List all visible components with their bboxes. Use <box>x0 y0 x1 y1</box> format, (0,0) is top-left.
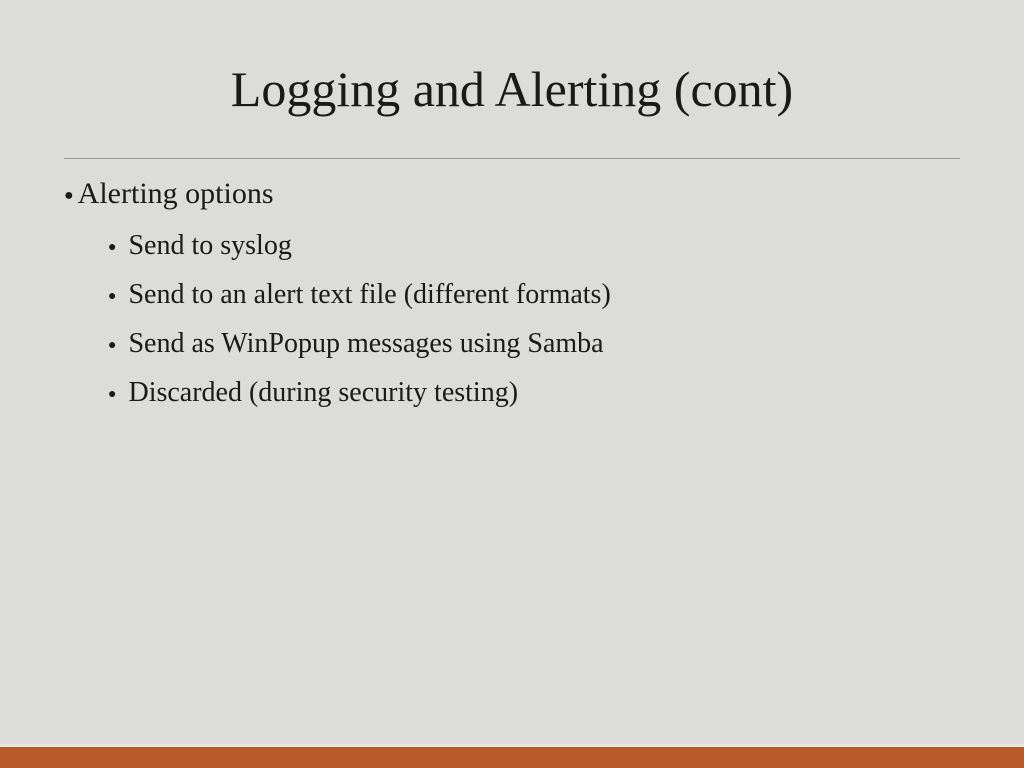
bullet-level2: ● Discarded (during security testing) <box>108 377 960 412</box>
bullet-text: Discarded (during security testing) <box>128 377 518 409</box>
bullet-level2: ● Send to an alert text file (different … <box>108 279 960 314</box>
slide-title: Logging and Alerting (cont) <box>0 60 1024 118</box>
bullet-level1: ● Alerting options <box>64 177 960 214</box>
bullet-dot-icon: ● <box>108 381 116 409</box>
slide-container: Logging and Alerting (cont) ● Alerting o… <box>0 0 1024 768</box>
bullet-dot-icon: ● <box>108 283 116 311</box>
bullet-dot-icon: ● <box>64 181 74 211</box>
bullet-text: Alerting options <box>78 177 274 211</box>
title-divider <box>64 158 960 159</box>
bullet-text: Send to an alert text file (different fo… <box>128 279 610 311</box>
bullet-level2: ● Send as WinPopup messages using Samba <box>108 328 960 363</box>
bullet-level2: ● Send to syslog <box>108 230 960 265</box>
bullet-dot-icon: ● <box>108 332 116 360</box>
slide-content: ● Alerting options ● Send to syslog ● Se… <box>0 177 1024 412</box>
footer-accent-bar <box>0 744 1024 768</box>
bullet-text: Send to syslog <box>128 230 291 262</box>
bullet-dot-icon: ● <box>108 234 116 262</box>
bullet-text: Send as WinPopup messages using Samba <box>128 328 603 360</box>
